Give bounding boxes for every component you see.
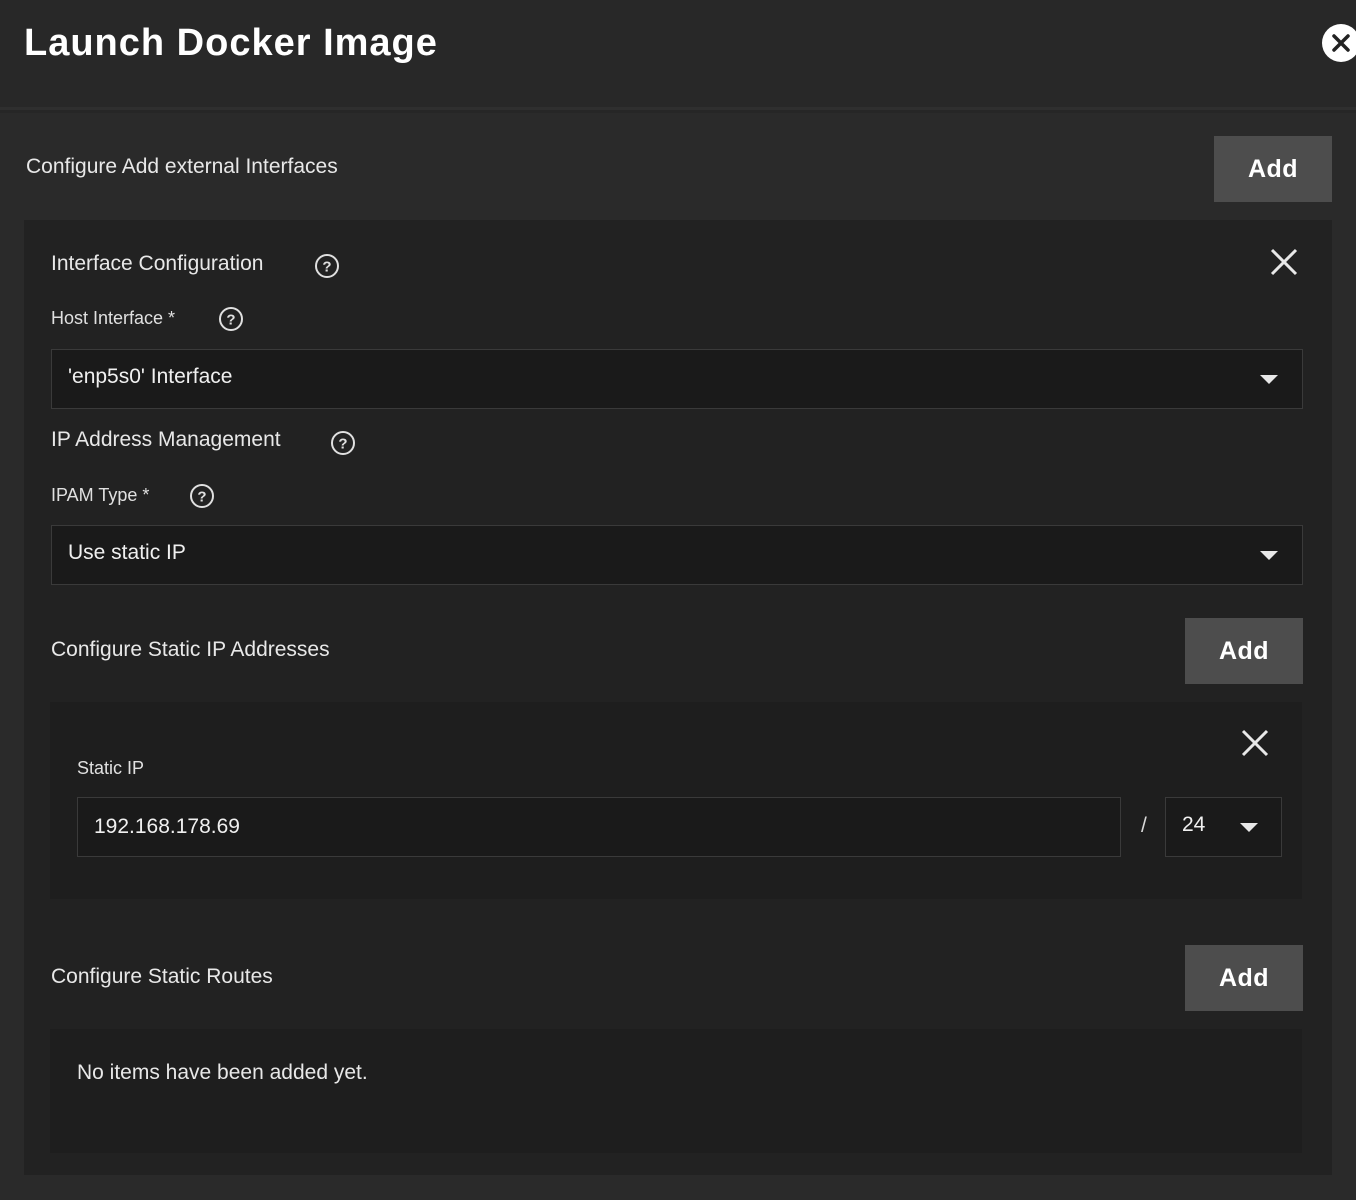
caret-down-icon — [1260, 551, 1278, 560]
caret-down-icon — [1260, 375, 1278, 384]
close-circle-icon — [1332, 34, 1350, 52]
prefix-length-select[interactable]: 24 — [1165, 797, 1282, 857]
static-ips-label: Configure Static IP Addresses — [51, 638, 330, 661]
interface-configuration-heading: Interface Configuration — [51, 252, 264, 275]
static-ip-item: Static IP / 24 — [50, 702, 1302, 899]
static-routes-list: No items have been added yet. — [50, 1029, 1302, 1153]
host-interface-select[interactable]: 'enp5s0' Interface — [51, 349, 1303, 409]
add-external-interface-button[interactable]: Add — [1214, 136, 1332, 202]
interface-configuration-panel: Interface Configuration ? Host Interface… — [24, 220, 1332, 1175]
help-circle-icon[interactable]: ? — [189, 483, 215, 509]
static-ip-input[interactable] — [77, 797, 1121, 857]
svg-text:?: ? — [338, 436, 347, 453]
host-interface-value: 'enp5s0' Interface — [68, 365, 233, 388]
static-routes-label: Configure Static Routes — [51, 965, 273, 988]
cidr-separator: / — [1141, 814, 1147, 837]
ipam-heading: IP Address Management — [51, 428, 281, 451]
prefix-length-value: 24 — [1182, 813, 1206, 836]
svg-text:?: ? — [226, 312, 235, 329]
help-circle-icon[interactable]: ? — [314, 253, 340, 279]
static-ip-label: Static IP — [77, 758, 145, 778]
svg-text:?: ? — [322, 259, 331, 276]
add-static-ip-button[interactable]: Add — [1185, 618, 1303, 684]
ipam-type-value: Use static IP — [68, 541, 186, 564]
ipam-type-select[interactable]: Use static IP — [51, 525, 1303, 585]
add-static-route-button[interactable]: Add — [1185, 945, 1303, 1011]
help-circle-icon[interactable]: ? — [218, 306, 244, 332]
dialog-content: Configure Add external Interfaces Add In… — [0, 113, 1356, 1200]
host-interface-label: Host Interface * — [51, 308, 176, 328]
close-dialog-button[interactable] — [1322, 24, 1356, 62]
help-circle-icon[interactable]: ? — [330, 430, 356, 456]
remove-interface-close-icon[interactable] — [1268, 246, 1300, 278]
dialog-header: Launch Docker Image — [0, 0, 1356, 110]
svg-text:?: ? — [197, 489, 206, 506]
empty-list-message: No items have been added yet. — [77, 1061, 368, 1084]
caret-down-icon — [1240, 823, 1258, 832]
dialog-title: Launch Docker Image — [24, 22, 438, 64]
ipam-type-label: IPAM Type * — [51, 485, 150, 505]
remove-static-ip-close-icon[interactable] — [1239, 727, 1271, 759]
external-interfaces-label: Configure Add external Interfaces — [26, 155, 338, 178]
